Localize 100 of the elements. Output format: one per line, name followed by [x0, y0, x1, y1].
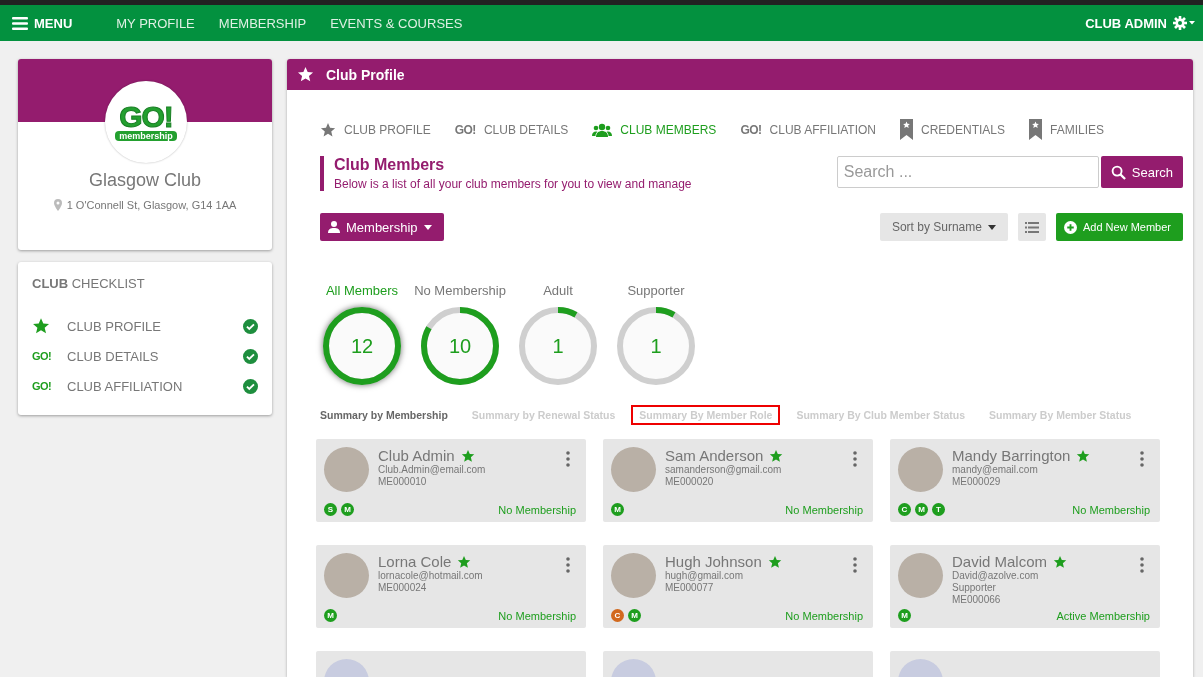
- role-badge: M: [324, 609, 337, 622]
- member-id: ME000029: [952, 476, 1002, 488]
- nav-link[interactable]: EVENTS & COURSES: [330, 15, 463, 31]
- member-card[interactable]: Club Admin Club.Admin@email.com ME000010 S M No Membership: [316, 439, 586, 522]
- role-badge: M: [341, 503, 354, 516]
- member-name: Sam Anderson: [665, 447, 764, 464]
- ring-label[interactable]: No Membership: [414, 283, 506, 298]
- location-pin-icon: [53, 199, 62, 211]
- checklist-item[interactable]: CLUB AFFILIATION: [67, 378, 243, 394]
- tab[interactable]: GO! CLUB DETAILS: [454, 122, 569, 137]
- member-email: Club.Admin@email.com: [378, 464, 487, 476]
- ring-label[interactable]: Supporter: [627, 283, 685, 298]
- member-name: Club Admin: [378, 447, 455, 464]
- progress-ring[interactable]: 1: [615, 305, 697, 387]
- more-options-icon[interactable]: [1140, 557, 1144, 573]
- role-badge: M: [628, 609, 641, 622]
- search-field[interactable]: Search ...: [836, 156, 1099, 188]
- member-card[interactable]: Sam Anderson samanderson@gmail.com ME000020 M No Membership: [603, 439, 873, 522]
- panel-title: Club Profile: [326, 66, 405, 83]
- user-menu[interactable]: CLUB ADMIN: [1085, 15, 1167, 31]
- checklist-item[interactable]: CLUB PROFILE: [67, 318, 243, 334]
- member-card[interactable]: David Malcom David@azolve.com Supporter ME000066 M Active Membership: [890, 545, 1160, 628]
- progress-ring[interactable]: 12: [321, 305, 403, 387]
- star-icon: [460, 448, 475, 463]
- member-id: ME000010: [378, 476, 428, 488]
- role-badge: T: [932, 503, 945, 516]
- photo-placeholder: [611, 447, 656, 492]
- more-options-icon[interactable]: [566, 451, 570, 467]
- tab[interactable]: CLUB MEMBERS: [592, 122, 717, 137]
- go-logo-icon: GO!: [454, 122, 476, 137]
- member-email: David@azolve.com: [952, 570, 1040, 582]
- member-id: ME000024: [378, 582, 428, 594]
- member-card[interactable]: Lorna Cole lornacole@hotmail.com ME000024 M No Membership: [316, 545, 586, 628]
- more-options-icon[interactable]: [1140, 451, 1144, 467]
- ring-label[interactable]: All Members: [325, 283, 399, 298]
- membership-status: No Membership: [498, 609, 576, 622]
- photo-placeholder: [611, 553, 656, 598]
- sort-dropdown[interactable]: Sort by Surname: [879, 213, 1008, 241]
- progress-ring[interactable]: 1: [517, 305, 599, 387]
- role-badge: M: [898, 609, 911, 622]
- checklist-title: CLUB CHECKLIST: [32, 276, 146, 291]
- member-email: mandy@email.com: [952, 464, 1038, 476]
- add-member-button[interactable]: Add New Member: [1055, 213, 1183, 241]
- go-logo-icon: GO!: [32, 350, 52, 362]
- section-heading: Club Members: [334, 156, 446, 174]
- star-icon: [32, 317, 50, 335]
- more-options-icon[interactable]: [566, 557, 570, 573]
- member-card[interactable]: Hugh Johnson hugh@gmail.com ME000077 C M No Membership: [603, 545, 873, 628]
- go-logo-icon: GO!: [32, 380, 52, 392]
- search-button[interactable]: Search: [1100, 156, 1183, 188]
- role-badge: M: [611, 503, 624, 516]
- member-card[interactable]: Mandy Barrington mandy@email.com ME000029 C M T No Membership: [890, 439, 1160, 522]
- member-name: Mandy Barrington: [952, 447, 1071, 464]
- bookmark-icon: [900, 119, 913, 140]
- list-icon: [1024, 221, 1039, 233]
- caret-icon: [987, 224, 996, 230]
- menu-button[interactable]: MENU: [12, 15, 73, 31]
- ring-label[interactable]: Adult: [543, 283, 573, 298]
- member-name: Lorna Cole: [378, 553, 452, 570]
- checklist-item[interactable]: CLUB DETAILS: [67, 348, 243, 364]
- membership-dropdown[interactable]: Membership: [320, 213, 444, 241]
- member-role: Supporter: [952, 582, 997, 594]
- star-icon: [767, 554, 782, 569]
- nav-link[interactable]: MEMBERSHIP: [218, 15, 307, 31]
- star-icon: [1053, 554, 1068, 569]
- settings-icon[interactable]: [1173, 16, 1195, 30]
- people-icon: [592, 122, 613, 137]
- member-email: samanderson@gmail.com: [665, 464, 783, 476]
- photo-placeholder: [324, 447, 369, 492]
- star-icon: [769, 448, 784, 463]
- member-id: ME000066: [952, 594, 1002, 606]
- progress-ring[interactable]: 10: [419, 305, 501, 387]
- tab[interactable]: CLUB PROFILE: [320, 121, 431, 138]
- member-id: ME000077: [665, 582, 715, 594]
- list-view-button[interactable]: [1017, 213, 1046, 241]
- photo-placeholder: [324, 553, 369, 598]
- person-icon: [328, 221, 340, 233]
- member-id: ME000020: [665, 476, 715, 488]
- bookmark-icon: [1029, 119, 1043, 140]
- star-icon: [457, 554, 472, 569]
- member-name: Hugh Johnson: [665, 553, 762, 570]
- membership-status: Active Membership: [1056, 609, 1150, 622]
- member-email: lornacole@hotmail.com: [378, 570, 484, 582]
- photo-placeholder: [898, 447, 943, 492]
- nav-link[interactable]: MY PROFILE: [116, 15, 195, 31]
- star-icon: [320, 121, 336, 138]
- club-logo: GO! membership: [105, 81, 187, 163]
- membership-status: No Membership: [785, 609, 863, 622]
- club-address: 1 O'Connell St, Glasgow, G14 1AA: [66, 199, 237, 211]
- membership-status: No Membership: [785, 503, 863, 516]
- photo-placeholder: [898, 553, 943, 598]
- more-options-icon[interactable]: [853, 451, 857, 467]
- role-badge: M: [915, 503, 928, 516]
- search-icon: [1110, 164, 1126, 180]
- tab[interactable]: CREDENTIALS: [900, 119, 1006, 140]
- summary-tab[interactable]: Summary by Membership: [312, 405, 456, 425]
- tab[interactable]: FAMILIES: [1029, 119, 1105, 140]
- tab[interactable]: GO! CLUB AFFILIATION: [740, 122, 876, 137]
- role-badge: C: [611, 609, 624, 622]
- more-options-icon[interactable]: [853, 557, 857, 573]
